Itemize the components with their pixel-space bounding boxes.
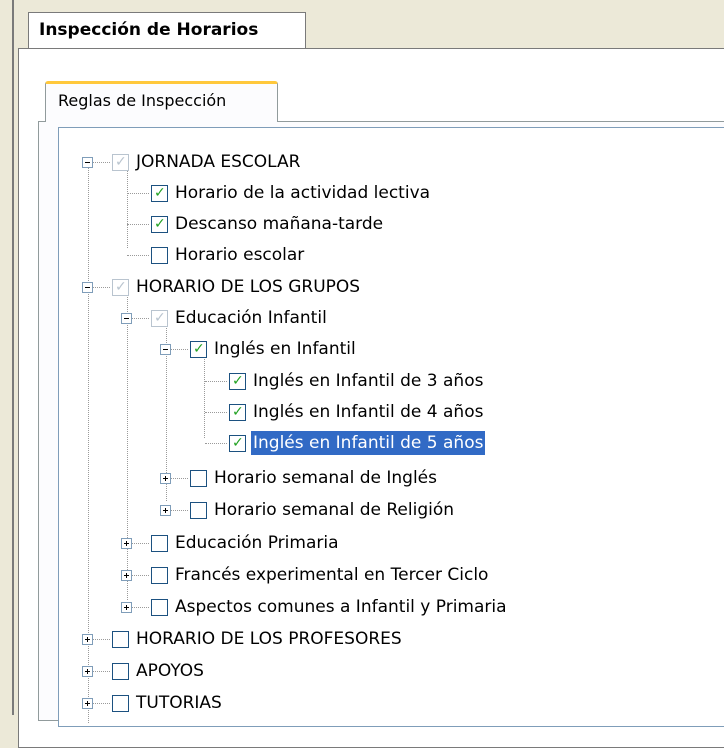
tree-item-label[interactable]: HORARIO DE LOS PROFESORES xyxy=(134,627,404,651)
checkbox[interactable] xyxy=(112,695,129,712)
checkbox[interactable] xyxy=(151,535,168,552)
tree-line xyxy=(204,348,205,438)
checkbox[interactable] xyxy=(151,599,168,616)
tree-line xyxy=(127,158,128,248)
tree-line xyxy=(205,443,227,444)
tree-item-label[interactable]: JORNADA ESCOLAR xyxy=(134,150,302,174)
expand-icon[interactable] xyxy=(160,505,171,516)
tree-line xyxy=(127,255,149,256)
checkbox[interactable]: ✓ xyxy=(151,185,168,202)
checkbox[interactable]: ✓ xyxy=(190,341,207,358)
tree-item-label[interactable]: Inglés en Infantil xyxy=(212,337,358,361)
expand-icon[interactable] xyxy=(82,634,93,645)
checkbox[interactable] xyxy=(151,567,168,584)
checkbox[interactable] xyxy=(112,663,129,680)
tab-label: Inspección de Horarios xyxy=(39,20,259,40)
tree-line xyxy=(127,224,149,225)
collapse-icon[interactable] xyxy=(160,344,171,355)
tree-item-label[interactable]: Educación Infantil xyxy=(173,306,329,330)
checkbox[interactable] xyxy=(112,631,129,648)
expand-icon[interactable] xyxy=(82,698,93,709)
check-icon: ✓ xyxy=(154,216,166,232)
tree-item-label[interactable]: TUTORIAS xyxy=(134,691,224,715)
tree-item-label[interactable]: Aspectos comunes a Infantil y Primaria xyxy=(173,595,509,619)
tree-line xyxy=(205,412,227,413)
check-icon: ✓ xyxy=(232,373,244,389)
rules-tree[interactable]: ✓ JORNADA ESCOLAR ✓ Horario de la actividad… xyxy=(58,127,724,727)
tree-line xyxy=(127,193,149,194)
check-icon: ✓ xyxy=(193,341,205,357)
check-icon: ✓ xyxy=(115,154,127,170)
checkbox[interactable]: ✓ xyxy=(112,154,129,171)
tree-item-label[interactable]: HORARIO DE LOS GRUPOS xyxy=(134,275,362,299)
tree-item-label[interactable]: APOYOS xyxy=(134,659,206,683)
checkbox[interactable]: ✓ xyxy=(229,373,246,390)
tree-item-label[interactable]: Francés experimental en Tercer Ciclo xyxy=(173,563,490,587)
tree-item-label[interactable]: Horario semanal de Religión xyxy=(212,498,456,522)
tree-line xyxy=(127,285,128,600)
checkbox[interactable]: ✓ xyxy=(112,279,129,296)
tree-item-label[interactable]: Horario semanal de Inglés xyxy=(212,466,439,490)
expand-icon[interactable] xyxy=(121,538,132,549)
checkbox[interactable] xyxy=(190,502,207,519)
expand-icon[interactable] xyxy=(160,473,171,484)
expand-icon[interactable] xyxy=(82,666,93,677)
checkbox[interactable]: ✓ xyxy=(151,310,168,327)
tree-item-label[interactable]: Horario escolar xyxy=(173,243,306,267)
expand-icon[interactable] xyxy=(121,570,132,581)
tree-item-label[interactable]: Inglés en Infantil de 5 años xyxy=(251,431,486,455)
collapse-icon[interactable] xyxy=(121,313,132,324)
checkbox[interactable]: ✓ xyxy=(229,404,246,421)
tree-item-label[interactable]: Horario de la actividad lectiva xyxy=(173,181,432,205)
checkbox[interactable]: ✓ xyxy=(229,435,246,452)
tree-item-label[interactable]: Educación Primaria xyxy=(173,531,341,555)
tree-item-label[interactable]: Inglés en Infantil de 3 años xyxy=(251,369,485,393)
tab-label: Reglas de Inspección xyxy=(58,91,227,110)
checkbox[interactable] xyxy=(190,470,207,487)
expand-icon[interactable] xyxy=(121,602,132,613)
tab-reglas-inspeccion[interactable]: Reglas de Inspección xyxy=(45,81,278,122)
collapse-icon[interactable] xyxy=(82,157,93,168)
left-border xyxy=(0,0,16,715)
checkbox[interactable]: ✓ xyxy=(151,216,168,233)
checkbox[interactable] xyxy=(151,247,168,264)
collapse-icon[interactable] xyxy=(82,282,93,293)
divider xyxy=(12,0,14,715)
check-icon: ✓ xyxy=(232,435,244,451)
check-icon: ✓ xyxy=(154,310,166,326)
tree-line xyxy=(205,381,227,382)
check-icon: ✓ xyxy=(115,279,127,295)
tree-item-label[interactable]: Inglés en Infantil de 4 años xyxy=(251,400,485,424)
check-icon: ✓ xyxy=(232,404,244,420)
check-icon: ✓ xyxy=(154,185,166,201)
tree-item-label[interactable]: Descanso mañana-tarde xyxy=(173,212,385,236)
tab-inspeccion-horarios[interactable]: Inspección de Horarios xyxy=(28,12,306,48)
